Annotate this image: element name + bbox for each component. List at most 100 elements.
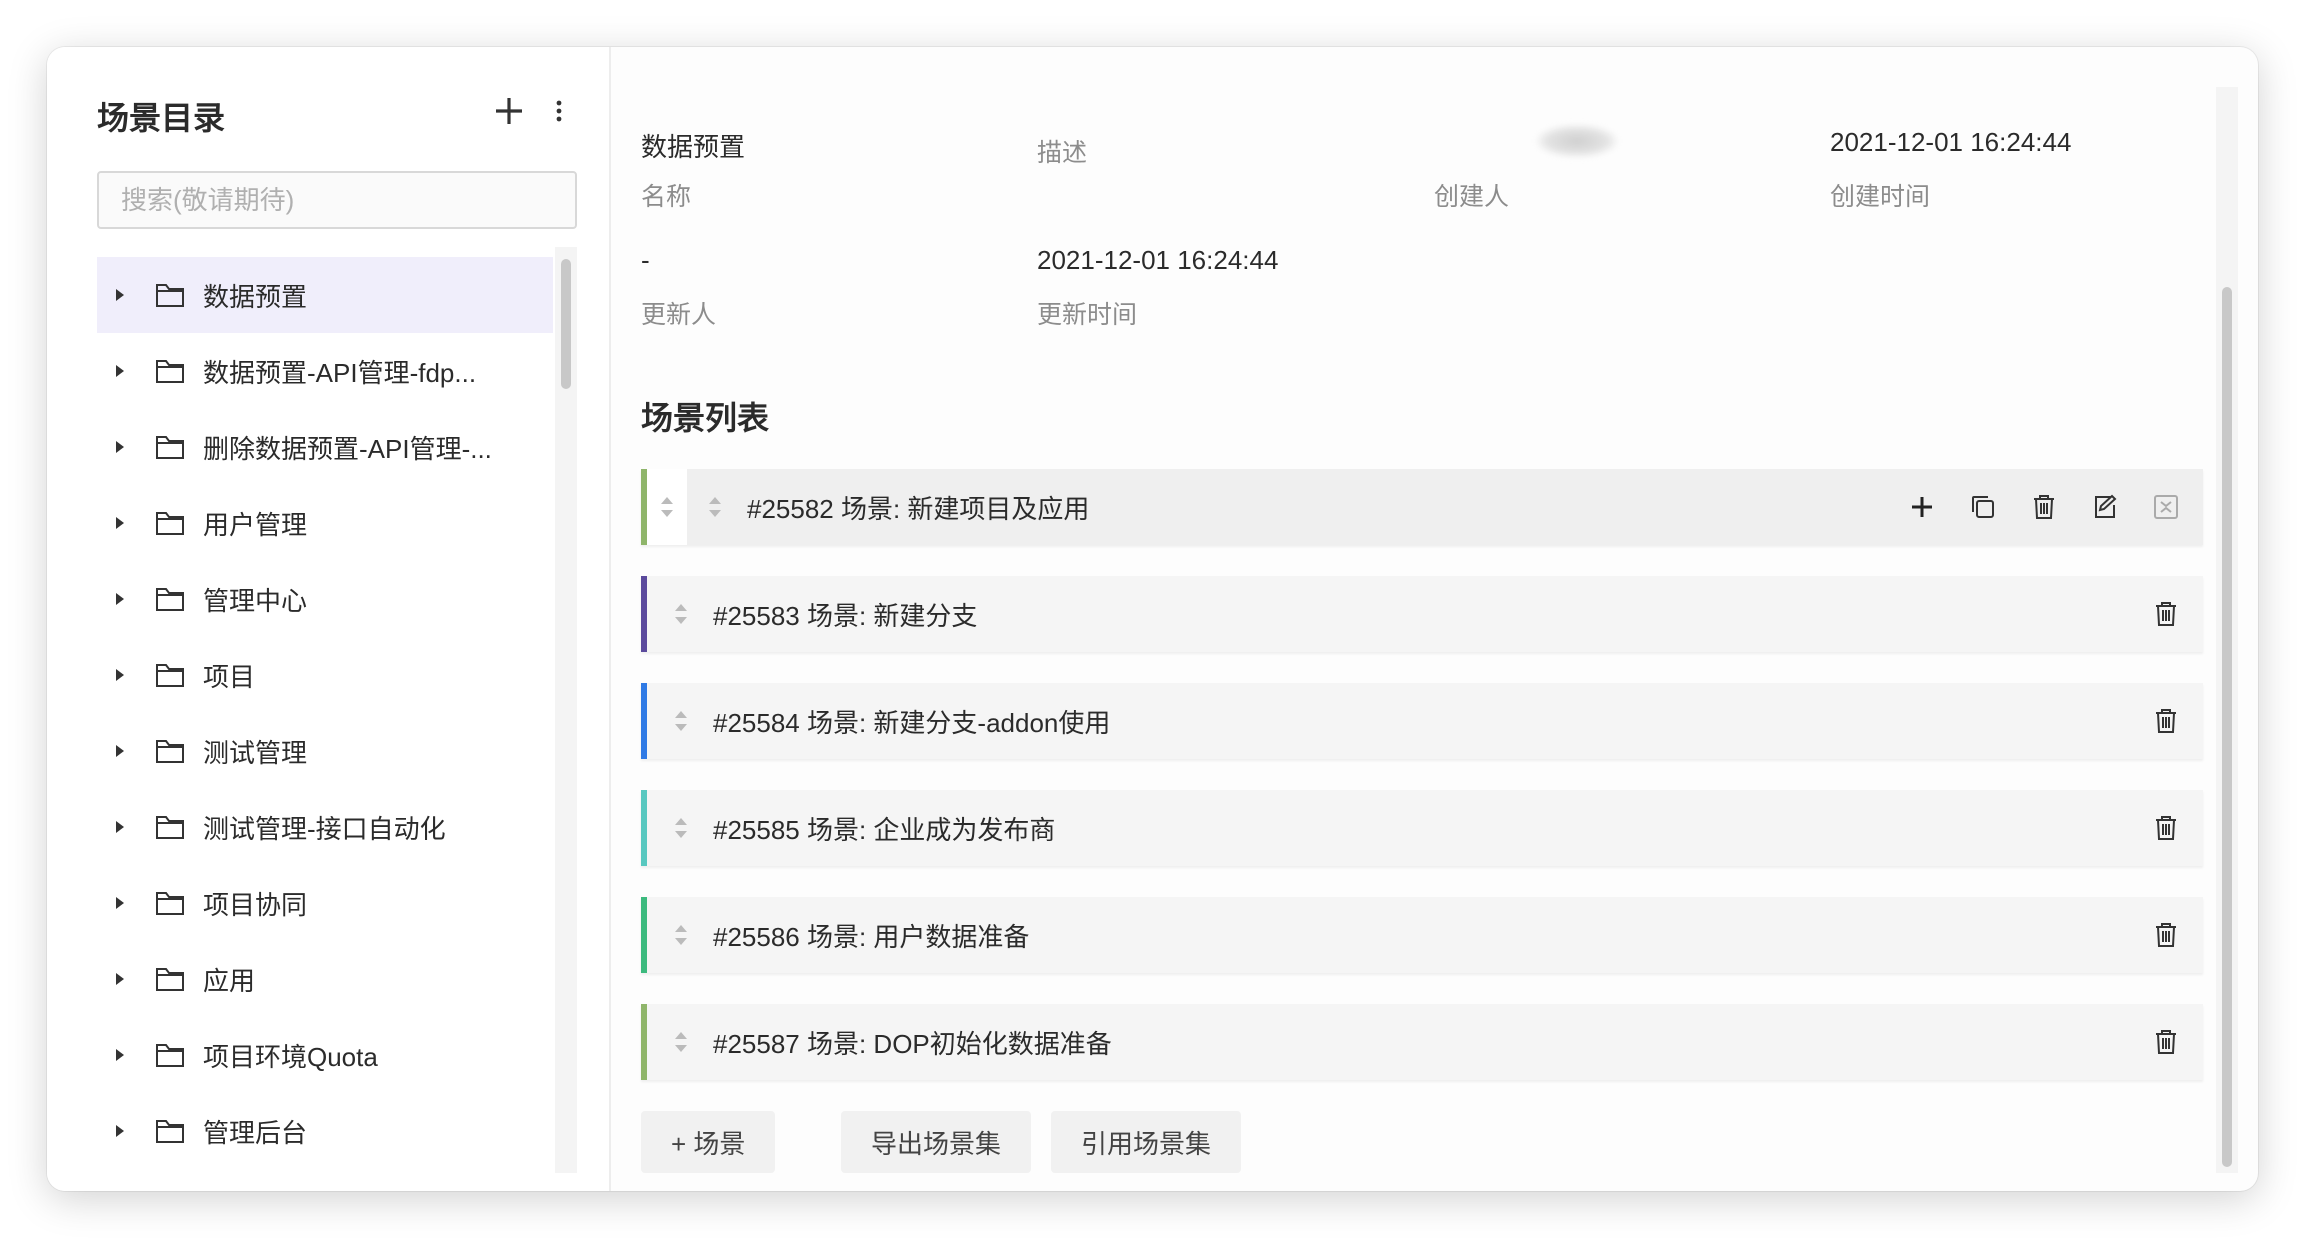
scene-name[interactable]: #25583 场景: 新建分支	[713, 596, 977, 633]
folder-icon	[156, 360, 184, 383]
scene-row[interactable]: #25587 场景: DOP初始化数据准备	[641, 1004, 2203, 1080]
drag-handle[interactable]	[661, 600, 701, 628]
sidebar-title: 场景目录	[97, 100, 226, 136]
trash-icon	[2156, 923, 2176, 947]
scene-name[interactable]: #25584 场景: 新建分支-addon使用	[713, 703, 1110, 740]
drag-handle[interactable]	[661, 1028, 701, 1056]
scene-list-title: 场景列表	[641, 400, 770, 436]
updater-value: -	[641, 245, 650, 275]
sidebar-scrollbar-thumb[interactable]	[561, 259, 571, 389]
drag-handle[interactable]	[661, 814, 701, 842]
caret-right-icon[interactable]	[115, 592, 129, 606]
updated-time-value: 2021-12-01 16:24:44	[1037, 245, 1279, 275]
scene-name[interactable]: #25582 场景: 新建项目及应用	[747, 489, 1089, 526]
sidebar-scrollbar[interactable]	[555, 247, 577, 1173]
scene-actions	[2122, 704, 2183, 738]
collapse-icon	[2154, 495, 2178, 519]
drag-handle-icon	[661, 497, 673, 517]
caret-right-icon[interactable]	[115, 288, 129, 302]
delete-button[interactable]	[2027, 490, 2061, 524]
tree-item[interactable]: 管理中心	[97, 561, 553, 637]
delete-button[interactable]	[2149, 811, 2183, 845]
edit-icon	[2095, 494, 2117, 518]
drag-handle[interactable]	[695, 493, 735, 521]
caret-right-icon[interactable]	[115, 1124, 129, 1138]
more-menu-button[interactable]	[549, 93, 569, 129]
caret-right-icon[interactable]	[115, 364, 129, 378]
drag-handle[interactable]	[661, 707, 701, 735]
creator-value-redacted	[1537, 125, 1617, 157]
folder-icon	[156, 512, 184, 535]
folder-icon	[156, 816, 184, 839]
trash-icon	[2156, 816, 2176, 840]
caret-right-icon[interactable]	[115, 440, 129, 454]
scene-directory-sidebar: 场景目录 数据预置 数据预置-API管理-fdp... 删除数据预置-API管理…	[47, 47, 611, 1191]
scene-row[interactable]: #25583 场景: 新建分支	[641, 576, 2203, 652]
scene-actions	[2122, 1025, 2183, 1059]
tree-item[interactable]: 项目	[97, 637, 553, 713]
delete-button[interactable]	[2149, 597, 2183, 631]
scene-actions	[2122, 918, 2183, 952]
main-scrollbar-thumb[interactable]	[2222, 287, 2232, 1167]
tree-item[interactable]: 数据预置	[97, 257, 553, 333]
delete-button[interactable]	[2149, 704, 2183, 738]
reference-scene-set-button[interactable]: 引用场景集	[1051, 1111, 1242, 1173]
edit-button[interactable]	[2088, 490, 2122, 524]
tree-item[interactable]: 用户管理	[97, 485, 553, 561]
caret-right-icon[interactable]	[115, 516, 129, 530]
add-folder-button[interactable]	[491, 93, 527, 129]
tree-item-label: 项目协同	[203, 889, 308, 920]
scene-row[interactable]: #25585 场景: 企业成为发布商	[641, 790, 2203, 866]
export-scene-set-button[interactable]: 导出场景集	[841, 1111, 1032, 1173]
caret-right-icon[interactable]	[115, 744, 129, 758]
scene-actions	[2122, 597, 2183, 631]
scene-tree: 数据预置 数据预置-API管理-fdp... 删除数据预置-API管理-... …	[97, 257, 553, 1173]
add-scene-button[interactable]: + 场景	[641, 1111, 776, 1173]
created-time-label: 创建时间	[1830, 183, 1931, 211]
tree-item-label: 管理中心	[203, 585, 308, 616]
tree-item-label: 用户管理	[203, 509, 308, 540]
caret-right-icon[interactable]	[115, 820, 129, 834]
folder-icon	[156, 436, 184, 459]
scene-row[interactable]: #25586 场景: 用户数据准备	[641, 897, 2203, 973]
tree-item-label: 测试管理	[203, 737, 308, 768]
caret-right-icon[interactable]	[115, 668, 129, 682]
caret-right-icon[interactable]	[115, 896, 129, 910]
folder-icon	[156, 968, 184, 991]
scene-detail-panel: 数据预置 名称 描述 创建人 2021-12-01 16:24:44 创建时间 …	[611, 47, 2258, 1191]
copy-button[interactable]	[1966, 490, 2000, 524]
main-scrollbar[interactable]	[2216, 87, 2238, 1173]
scene-name-value: 数据预置	[641, 132, 746, 162]
copy-icon	[1972, 496, 1994, 518]
more-vertical-icon	[556, 100, 562, 122]
tree-item[interactable]: 数据预置-API管理-fdp...	[97, 333, 553, 409]
scene-row[interactable]: #25584 场景: 新建分支-addon使用	[641, 683, 2203, 759]
scene-name[interactable]: #25585 场景: 企业成为发布商	[713, 810, 1055, 847]
caret-right-icon[interactable]	[115, 972, 129, 986]
tree-item[interactable]: 应用	[97, 941, 553, 1017]
folder-icon	[156, 740, 184, 763]
tree-item[interactable]: 项目协同	[97, 865, 553, 941]
delete-button[interactable]	[2149, 918, 2183, 952]
collapse-button[interactable]	[2149, 490, 2183, 524]
scene-name[interactable]: #25587 场景: DOP初始化数据准备	[713, 1024, 1112, 1061]
delete-button[interactable]	[2149, 1025, 2183, 1059]
tree-item-label: 数据预置-API管理-fdp...	[203, 357, 477, 388]
scene-name-label: 名称	[641, 183, 692, 211]
tree-item[interactable]: 测试管理-接口自动化	[97, 789, 553, 865]
tree-item[interactable]: 测试管理	[97, 713, 553, 789]
outer-drag-handle[interactable]	[647, 469, 687, 545]
updater-label: 更新人	[641, 301, 717, 329]
tree-item[interactable]: 管理后台	[97, 1093, 553, 1169]
drag-handle[interactable]	[661, 921, 701, 949]
search-input[interactable]	[97, 171, 577, 229]
caret-right-icon[interactable]	[115, 1048, 129, 1062]
scene-name[interactable]: #25586 场景: 用户数据准备	[713, 917, 1029, 954]
drag-handle-icon	[675, 711, 687, 731]
tree-item[interactable]: 删除数据预置-API管理-...	[97, 409, 553, 485]
created-time-value: 2021-12-01 16:24:44	[1830, 127, 2072, 157]
tree-item[interactable]: 项目环境Quota	[97, 1017, 553, 1093]
add-step-button[interactable]	[1905, 490, 1939, 524]
scene-row[interactable]: #25582 场景: 新建项目及应用	[641, 469, 2203, 545]
updated-time-label: 更新时间	[1037, 301, 1138, 329]
